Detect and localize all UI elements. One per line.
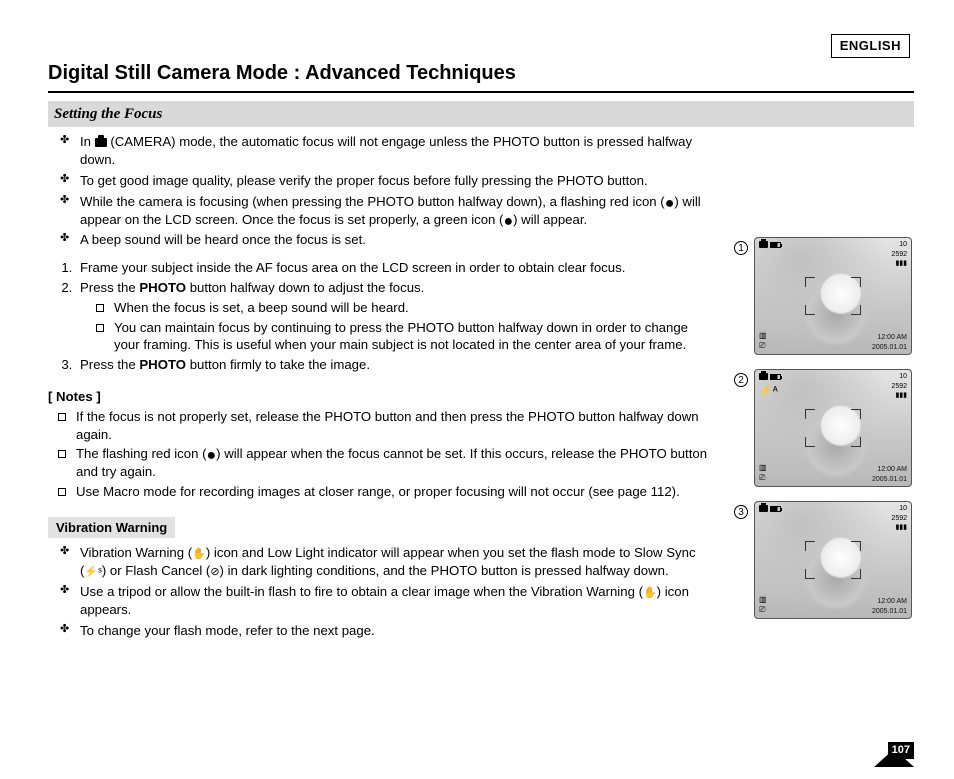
camera-icon <box>759 505 768 512</box>
lcd-screenshot: ⚡ᴬ 102592▮▮▮ ▥⎚ 12:00 AM2005.01.01 <box>754 369 912 487</box>
battery-icon <box>770 506 781 512</box>
step-item: Frame your subject inside the AF focus a… <box>76 259 712 277</box>
focus-dot-icon: ● <box>206 447 216 464</box>
step-text: Press the <box>80 357 139 372</box>
storage-icon: ▥⎚ <box>759 595 767 617</box>
time-label: 12:00 AM <box>877 598 907 605</box>
focus-dot-icon: ● <box>665 195 675 212</box>
bullet-text: (CAMERA) mode, the automatic focus will … <box>80 134 692 167</box>
step-text: button halfway down to adjust the focus. <box>186 280 424 295</box>
screenshot-number: 3 <box>734 505 748 519</box>
bullet-text: A beep sound will be heard once the focu… <box>58 231 712 249</box>
vib-text: ) in dark lighting conditions, and the P… <box>220 563 669 578</box>
vib-text: ) or Flash Cancel ( <box>102 563 210 578</box>
camera-icon <box>759 373 768 380</box>
screenshot-column: 1 102592▮▮▮ ▥⎚ 12:00 AM2005.01.01 2 ⚡ᴬ 1… <box>734 127 914 642</box>
vibration-subheading: Vibration Warning <box>48 517 175 539</box>
battery-icon <box>770 374 781 380</box>
slow-sync-icon: ⚡ˢ <box>84 566 101 578</box>
remaining-count: 10 <box>899 373 907 380</box>
note-text: The flashing red icon ( <box>76 446 206 461</box>
bullet-text: To get good image quality, please verify… <box>58 172 712 190</box>
vib-text: Use a tripod or allow the built-in flash… <box>80 584 643 599</box>
photo-label: PHOTO <box>139 357 186 372</box>
resolution-label: 2592 <box>891 383 907 390</box>
vib-text: Vibration Warning ( <box>80 545 192 560</box>
step-text: Press the <box>80 280 139 295</box>
vibration-bullets: Vibration Warning (✋) icon and Low Light… <box>48 544 712 639</box>
storage-icon: ▥⎚ <box>759 331 767 353</box>
screenshot-number: 2 <box>734 373 748 387</box>
date-label: 2005.01.01 <box>872 608 907 615</box>
flash-cancel-icon: ⊘ <box>210 566 219 578</box>
step-sublist: When the focus is set, a beep sound will… <box>80 299 712 354</box>
bullet-text: ) will appear. <box>513 212 587 227</box>
af-bracket-icon <box>805 277 861 315</box>
resolution-label: 2592 <box>891 251 907 258</box>
photo-label: PHOTO <box>139 280 186 295</box>
screenshot-number: 1 <box>734 241 748 255</box>
resolution-label: 2592 <box>891 515 907 522</box>
intro-bullets: In (CAMERA) mode, the automatic focus wi… <box>48 133 712 249</box>
body-text: In (CAMERA) mode, the automatic focus wi… <box>48 127 716 642</box>
af-bracket-icon <box>805 541 861 579</box>
steps-list: Frame your subject inside the AF focus a… <box>48 259 712 374</box>
note-item: If the focus is not properly set, releas… <box>58 408 712 444</box>
date-label: 2005.01.01 <box>872 476 907 483</box>
substep-item: You can maintain focus by continuing to … <box>96 319 712 355</box>
hand-shake-icon: ✋ <box>643 587 657 599</box>
lcd-screenshot: 102592▮▮▮ ▥⎚ 12:00 AM2005.01.01 <box>754 501 912 619</box>
section-heading: Setting the Focus <box>48 101 914 127</box>
note-item: Use Macro mode for recording images at c… <box>58 483 712 501</box>
date-label: 2005.01.01 <box>872 344 907 351</box>
notes-list: If the focus is not properly set, releas… <box>48 408 712 501</box>
battery-icon <box>770 242 781 248</box>
step-item: Press the PHOTO button firmly to take th… <box>76 356 712 374</box>
page-title: Digital Still Camera Mode : Advanced Tec… <box>48 60 914 93</box>
storage-icon: ▥⎚ <box>759 463 767 485</box>
bullet-text: In <box>80 134 95 149</box>
hand-shake-icon: ✋ <box>192 548 206 560</box>
note-item: The flashing red icon (●) will appear wh… <box>58 445 712 481</box>
vib-text: To change your flash mode, refer to the … <box>58 622 712 640</box>
step-item: Press the PHOTO button halfway down to a… <box>76 279 712 354</box>
step-text: button firmly to take the image. <box>186 357 370 372</box>
time-label: 12:00 AM <box>877 334 907 341</box>
substep-item: When the focus is set, a beep sound will… <box>96 299 712 317</box>
time-label: 12:00 AM <box>877 466 907 473</box>
remaining-count: 10 <box>899 241 907 248</box>
language-box: ENGLISH <box>831 34 910 58</box>
remaining-count: 10 <box>899 505 907 512</box>
camera-icon <box>95 138 107 147</box>
page-number: 107 <box>888 742 914 759</box>
camera-icon <box>759 241 768 248</box>
notes-heading: [ Notes ] <box>48 388 712 406</box>
af-bracket-icon <box>805 409 861 447</box>
bullet-text: While the camera is focusing (when press… <box>80 194 665 209</box>
focus-dot-icon: ● <box>503 213 513 230</box>
lcd-screenshot: 102592▮▮▮ ▥⎚ 12:00 AM2005.01.01 <box>754 237 912 355</box>
